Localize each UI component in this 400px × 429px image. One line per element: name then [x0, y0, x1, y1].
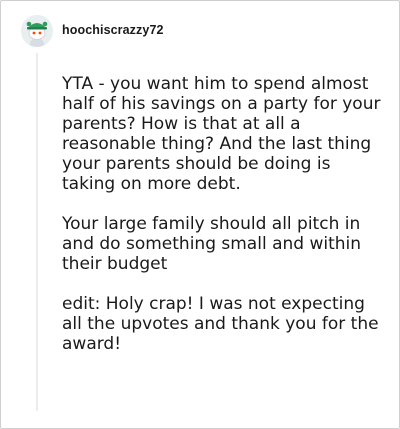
- comment-card: hoochiscrazzy72 YTA - you want him to sp…: [0, 0, 400, 429]
- comment-paragraph: YTA - you want him to spend almost half …: [62, 74, 381, 194]
- user-avatar[interactable]: [21, 15, 53, 47]
- comment-paragraph: edit: Holy crap! I was not expecting all…: [62, 294, 379, 354]
- thread-collapse-line[interactable]: [36, 53, 38, 411]
- snoo-avatar-icon: [21, 15, 53, 47]
- comment-username[interactable]: hoochiscrazzy72: [62, 23, 164, 37]
- comment-paragraph: Your large family should all pitch in an…: [62, 214, 362, 274]
- comment-body: YTA - you want him to spend almost half …: [62, 74, 387, 354]
